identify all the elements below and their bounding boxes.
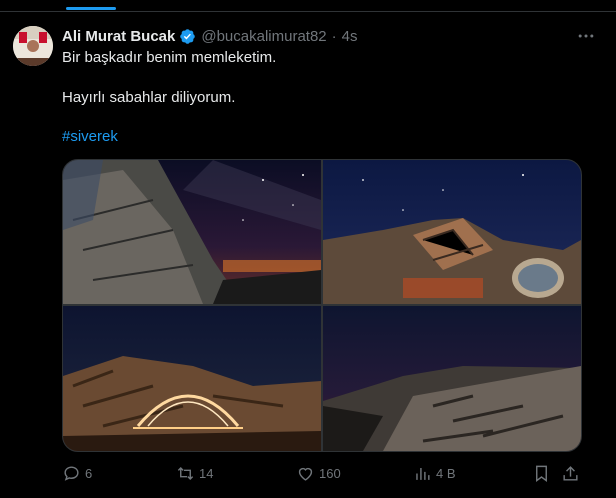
action-bar: 6 14 160 4 B [62, 462, 596, 484]
photo-1[interactable] [63, 160, 321, 304]
reply-button[interactable]: 6 [62, 462, 92, 484]
share-icon [563, 465, 578, 481]
media-grid [62, 159, 582, 452]
avatar[interactable] [13, 26, 53, 66]
divider [0, 11, 616, 12]
repost-button[interactable]: 14 [176, 462, 213, 484]
photo-basalt-glowing-rock [323, 160, 581, 304]
views-button[interactable]: 4 B [413, 462, 456, 484]
post-text-line: Hayırlı sabahlar diliyorum. [62, 89, 236, 106]
photo-3[interactable] [63, 306, 321, 451]
bookmark-button[interactable] [532, 462, 551, 484]
photo-basalt-steel-wool [63, 306, 321, 451]
views-icon [416, 467, 430, 480]
avatar-image [13, 26, 53, 66]
hashtag-link[interactable]: #siverek [62, 127, 118, 147]
more-icon[interactable] [576, 26, 596, 46]
separator: · [331, 27, 337, 45]
like-count: 160 [319, 465, 341, 481]
timestamp[interactable]: 4s [342, 28, 358, 45]
handle[interactable]: @bucakalimurat82 [201, 28, 326, 45]
like-button[interactable]: 160 [296, 462, 341, 484]
reply-count: 6 [85, 465, 93, 481]
photo-basalt-milky-way [63, 160, 321, 304]
repost-icon [177, 466, 194, 480]
views-count: 4 B [436, 465, 456, 481]
like-icon [298, 467, 313, 481]
verified-icon [180, 28, 196, 44]
photo-basalt-red-horizon [323, 306, 581, 451]
photo-4[interactable] [323, 306, 581, 451]
post-header: Ali Murat Bucak @bucakalimurat82 · 4s [62, 26, 596, 46]
display-name[interactable]: Ali Murat Bucak [62, 28, 175, 45]
active-tab-indicator [66, 7, 116, 10]
bookmark-icon [536, 465, 547, 482]
post-text-line: Bir başkadır benim memleketim. [62, 49, 277, 66]
share-button[interactable] [561, 462, 580, 484]
photo-2[interactable] [323, 160, 581, 304]
repost-count: 14 [199, 465, 214, 481]
reply-icon [64, 465, 79, 481]
